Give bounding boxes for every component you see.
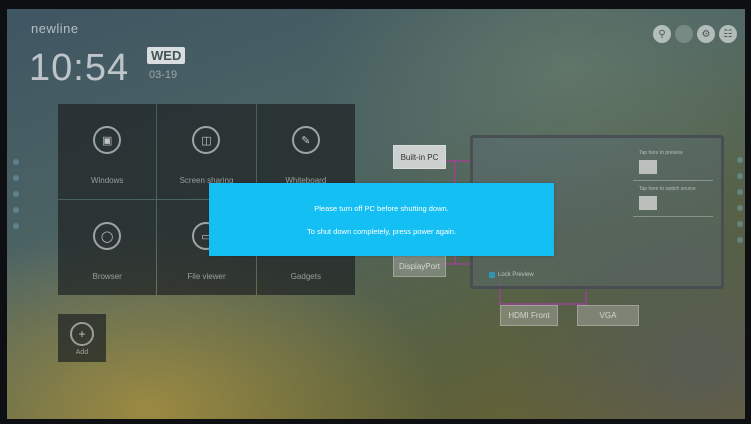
source-wire bbox=[444, 263, 470, 265]
side-dot[interactable] bbox=[13, 207, 19, 213]
windows-pc-icon: ▣ bbox=[93, 126, 122, 154]
tile-label: Gadgets bbox=[290, 272, 321, 281]
globe-icon: ◯ bbox=[93, 222, 122, 250]
side-dot[interactable] bbox=[737, 205, 743, 211]
add-icon: + bbox=[70, 322, 94, 346]
pen-icon: ✎ bbox=[291, 126, 320, 154]
side-dot[interactable] bbox=[737, 221, 743, 227]
top-toolbar: ⚲ ⚙ ☷ bbox=[653, 25, 737, 43]
shutdown-notice-dialog: Please turn off PC before shutting down.… bbox=[209, 183, 554, 256]
source-displayport-button[interactable]: DisplayPort bbox=[393, 255, 446, 277]
side-dot[interactable] bbox=[13, 175, 19, 181]
dialog-message-line2: To shut down completely, press power aga… bbox=[306, 227, 457, 236]
left-side-dots bbox=[13, 159, 19, 229]
brand-logo: newline bbox=[31, 21, 79, 36]
source-wire bbox=[585, 291, 587, 305]
clock-date: 03-19 bbox=[149, 69, 178, 81]
lock-preview-label: Lock Preview bbox=[498, 272, 534, 278]
home-screen: newline 10:54 WED 03-19 ⚲ ⚙ ☷ ▣ Windows … bbox=[7, 9, 745, 419]
preview-separator bbox=[633, 216, 713, 217]
circle-icon[interactable] bbox=[675, 25, 693, 43]
source-wire bbox=[444, 160, 470, 162]
screen-share-icon: ◫ bbox=[192, 126, 221, 154]
gear-icon[interactable]: ⚙ bbox=[697, 25, 715, 43]
tile-label: File viewer bbox=[187, 272, 226, 281]
exit-icon[interactable]: ☷ bbox=[719, 25, 737, 43]
preview-separator bbox=[633, 180, 713, 181]
right-side-dots bbox=[737, 157, 743, 243]
side-dot[interactable] bbox=[737, 157, 743, 163]
preview-caption: Tap here to switch source bbox=[639, 186, 696, 192]
lock-icon[interactable]: ⚲ bbox=[653, 25, 671, 43]
add-app-tile[interactable]: + Add bbox=[58, 314, 106, 362]
side-dot[interactable] bbox=[13, 159, 19, 165]
checkbox-icon bbox=[489, 272, 495, 278]
side-dot[interactable] bbox=[737, 173, 743, 179]
tile-browser[interactable]: ◯ Browser bbox=[58, 200, 157, 295]
side-dot[interactable] bbox=[13, 223, 19, 229]
source-builtin-pc-button[interactable]: Built-in PC bbox=[393, 145, 446, 169]
side-dot[interactable] bbox=[13, 191, 19, 197]
clock-time: 10:54 bbox=[29, 47, 130, 89]
lock-preview-toggle[interactable]: Lock Preview bbox=[489, 272, 534, 278]
clock-day: WED bbox=[147, 47, 186, 64]
side-dot[interactable] bbox=[737, 237, 743, 243]
source-hdmi-front-button[interactable]: HDMI Front bbox=[500, 305, 558, 326]
preview-thumbnail[interactable] bbox=[639, 196, 657, 210]
add-label: Add bbox=[75, 349, 89, 356]
preview-caption: Tap here to preview bbox=[639, 150, 683, 156]
tile-label: Windows bbox=[90, 176, 124, 185]
tile-windows[interactable]: ▣ Windows bbox=[58, 104, 157, 199]
side-dot[interactable] bbox=[737, 189, 743, 195]
dialog-message-line1: Please turn off PC before shutting down. bbox=[314, 204, 449, 213]
preview-thumbnail[interactable] bbox=[639, 160, 657, 174]
source-vga-button[interactable]: VGA bbox=[577, 305, 639, 326]
tile-label: Browser bbox=[92, 272, 122, 281]
